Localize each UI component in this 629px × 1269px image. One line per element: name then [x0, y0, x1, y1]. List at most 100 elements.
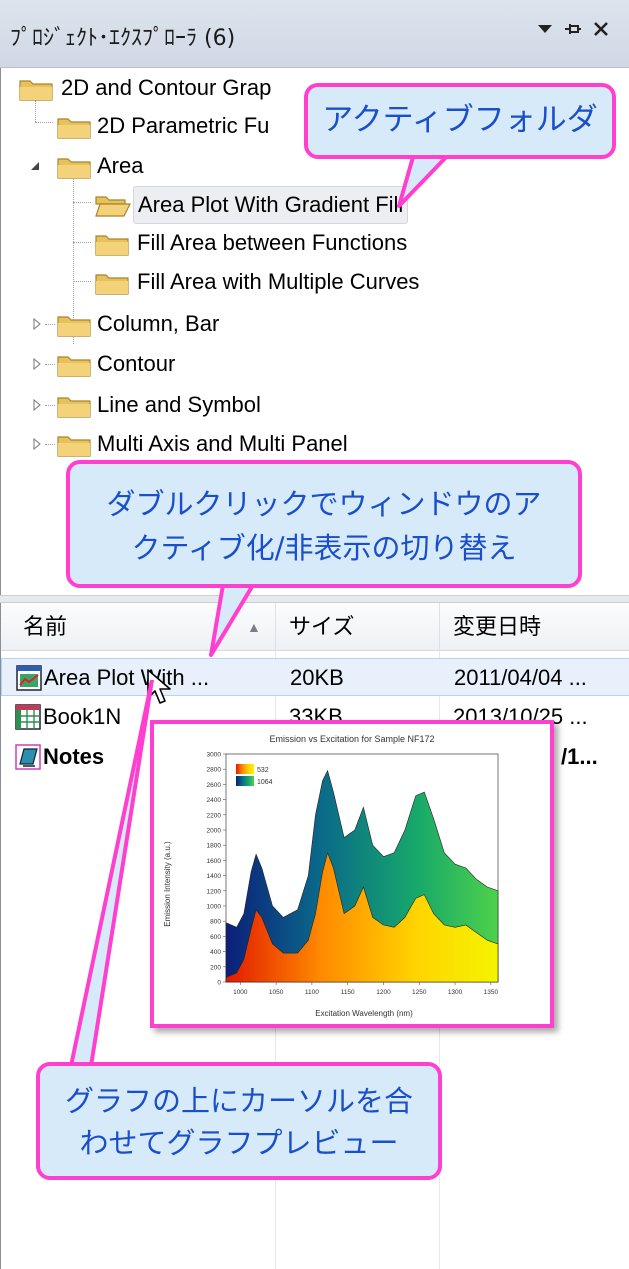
- callout-text: クティブ化/非表示の切り替え: [131, 531, 517, 565]
- tree-item-label: 2D and Contour Grap: [61, 75, 272, 100]
- tree-connector: [73, 202, 91, 203]
- tree-item-fill-multiple[interactable]: Fill Area with Multiple Curves: [95, 264, 495, 300]
- row-modified: 2011/04/04 ...: [454, 665, 587, 690]
- chart-title: Emission vs Excitation for Sample NF172: [269, 734, 434, 744]
- y-tick-label: 2800: [207, 767, 222, 774]
- y-tick-label: 400: [210, 949, 221, 956]
- x-tick-label: 1250: [412, 989, 427, 996]
- tree-item-label: Area: [97, 153, 144, 178]
- tree-item-label: Multi Axis and Multi Panel: [97, 431, 348, 456]
- dropdown-icon[interactable]: [536, 20, 554, 44]
- callout-pointer: [69, 680, 154, 1068]
- tree-item-area[interactable]: Area: [29, 148, 269, 184]
- y-tick-label: 1400: [207, 873, 222, 880]
- expand-arrow-right-icon[interactable]: [31, 438, 43, 450]
- expand-arrow-right-icon[interactable]: [31, 318, 43, 330]
- chart-xlabel: Excitation Wavelength (nm): [315, 1009, 413, 1018]
- double-click-callout: ダブルクリックでウィンドウのア クティブ化/非表示の切り替え: [66, 460, 582, 588]
- tree-item-label: Contour: [97, 351, 176, 376]
- pin-glyph-icon: [565, 24, 581, 34]
- y-tick-label: 2600: [207, 782, 222, 789]
- legend-swatch: [236, 776, 254, 786]
- y-tick-label: 2200: [207, 812, 222, 819]
- preview-chart: Emission vs Excitation for Sample NF172 …: [163, 734, 499, 1018]
- workbook-icon: [15, 704, 41, 730]
- hover-preview-callout: グラフの上にカーソルを合 わせてグラフプレビュー: [36, 1062, 442, 1180]
- graph-window-icon: [16, 665, 42, 691]
- folder-icon: [95, 235, 129, 256]
- column-separator[interactable]: [275, 603, 276, 651]
- close-icon[interactable]: [592, 20, 610, 44]
- expand-arrow-right-icon[interactable]: [31, 399, 43, 411]
- folder-icon: [95, 274, 129, 295]
- tree-item-fill-between[interactable]: Fill Area between Functions: [95, 225, 475, 261]
- pin-icon[interactable]: [563, 20, 583, 44]
- tree-item-label: Fill Area between Functions: [137, 230, 408, 255]
- column-header-label: サイズ: [289, 614, 355, 639]
- tree-item-label: Column, Bar: [97, 311, 220, 336]
- callout-pointer: [209, 585, 257, 657]
- tree-item-contour[interactable]: Contour: [31, 346, 251, 382]
- active-folder-callout: アクティブフォルダ: [304, 83, 616, 159]
- folder-icon: [57, 397, 91, 418]
- callout-pointer: [397, 150, 457, 208]
- folder-icon: [57, 316, 91, 337]
- x-icon: [594, 22, 608, 36]
- open-folder-icon: [95, 196, 131, 217]
- tree-item-line-symbol[interactable]: Line and Symbol: [31, 387, 331, 423]
- tree-connector: [35, 122, 53, 123]
- callout-text: グラフの上にカーソルを合: [64, 1084, 413, 1118]
- y-tick-label: 0: [217, 980, 221, 987]
- column-header-modified[interactable]: 変更日時: [441, 603, 629, 651]
- y-tick-label: 1600: [207, 858, 222, 865]
- folder-icon: [57, 436, 91, 457]
- folder-icon: [57, 118, 91, 139]
- expand-arrow-right-icon[interactable]: [31, 358, 43, 370]
- y-tick-label: 1200: [207, 888, 222, 895]
- x-tick-label: 1300: [448, 989, 463, 996]
- explorer-titlebar: ﾌﾟﾛｼﾞｪｸﾄ･ｴｸｽﾌﾟﾛｰﾗ (6): [0, 0, 629, 68]
- legend-label: 1064: [257, 779, 273, 786]
- y-tick-label: 2000: [207, 828, 222, 835]
- y-tick-label: 200: [210, 964, 221, 971]
- y-tick-label: 800: [210, 919, 221, 926]
- tree-item-label: 2D Parametric Fu: [97, 113, 270, 138]
- tree-item-label: Fill Area with Multiple Curves: [137, 269, 420, 294]
- panel-title: ﾌﾟﾛｼﾞｪｸﾄ･ｴｸｽﾌﾟﾛｰﾗ (6): [10, 26, 236, 51]
- notes-icon: [15, 744, 41, 770]
- legend-label: 532: [257, 767, 269, 774]
- callout-text: アクティブフォルダ: [322, 102, 598, 138]
- tree-item-label: Area Plot With Gradient Fill: [133, 186, 409, 224]
- row-size: 20KB: [290, 665, 344, 690]
- row-modified: /1...: [561, 744, 598, 769]
- folder-icon: [57, 158, 91, 179]
- column-header-size[interactable]: サイズ: [277, 603, 437, 651]
- x-tick-label: 1100: [305, 989, 319, 996]
- tree-item-2d-parametric[interactable]: 2D Parametric Fu: [57, 108, 327, 144]
- expand-arrow-down-icon[interactable]: [29, 160, 41, 172]
- graph-preview: Emission vs Excitation for Sample NF172 …: [150, 720, 554, 1028]
- folder-icon: [57, 356, 91, 377]
- legend-swatch: [236, 764, 254, 774]
- tree-connector: [73, 281, 91, 282]
- x-tick-label: 1150: [341, 989, 355, 996]
- tree-connector: [73, 242, 91, 243]
- callout-text: わせてグラフプレビュー: [79, 1126, 399, 1160]
- folder-icon: [19, 80, 53, 101]
- x-tick-label: 1350: [484, 989, 499, 996]
- y-tick-label: 2400: [207, 797, 222, 804]
- tree-item-multi-axis[interactable]: Multi Axis and Multi Panel: [31, 426, 451, 462]
- column-separator[interactable]: [439, 603, 440, 651]
- y-tick-label: 1000: [207, 904, 222, 911]
- x-tick-label: 1200: [376, 989, 391, 996]
- x-tick-label: 1000: [233, 989, 248, 996]
- column-header-label: 変更日時: [453, 614, 542, 639]
- y-tick-label: 1800: [207, 843, 222, 850]
- tree-item-column-bar[interactable]: Column, Bar: [31, 306, 291, 342]
- triangle-down-icon: [538, 25, 552, 33]
- x-tick-label: 1050: [269, 989, 284, 996]
- pane-splitter[interactable]: [0, 595, 629, 603]
- list-header: 名前 ▲ サイズ 変更日時: [1, 603, 629, 651]
- callout-text: ダブルクリックでウィンドウのア: [106, 487, 542, 521]
- y-tick-label: 3000: [207, 752, 222, 759]
